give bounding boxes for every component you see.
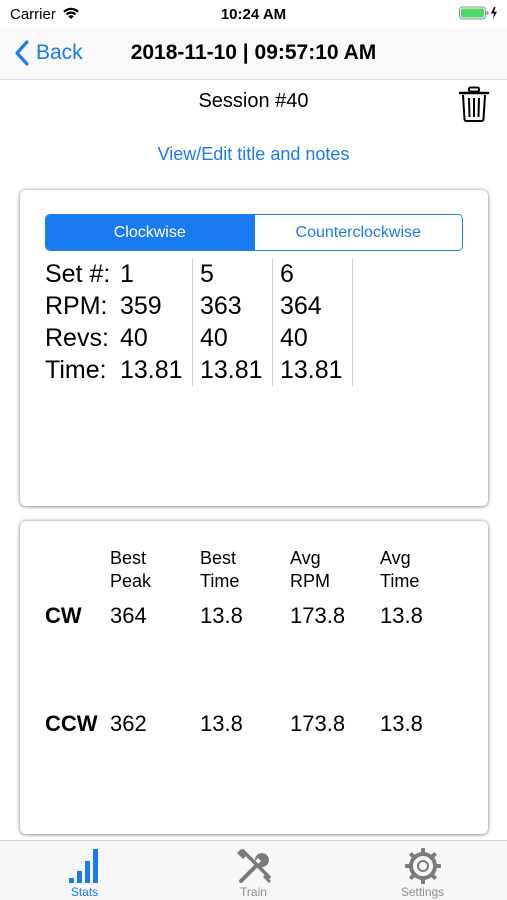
ccw-best-peak: 362 [110, 711, 147, 736]
header-avg-time: Avg Time [380, 548, 420, 591]
sets-card: Clockwise Counterclockwise Set #: RPM: R… [20, 190, 488, 506]
revs-value: 40 [200, 324, 228, 352]
nav-title: 2018-11-10 | 09:57:10 AM [130, 41, 377, 64]
tools-icon [237, 849, 271, 883]
cw-avg-rpm: 173.8 [290, 603, 346, 628]
segment-counterclockwise[interactable]: Counterclockwise [253, 215, 462, 250]
revs-label: Revs: [45, 324, 109, 352]
header-avg-rpm: Avg RPM [290, 548, 330, 591]
set-number-value: 5 [200, 260, 214, 288]
set-number-label: Set #: [45, 260, 111, 288]
tab-label: Train [240, 885, 267, 899]
direction-segmented-control: Clockwise Counterclockwise [45, 214, 463, 251]
time-label: Time: [45, 356, 107, 384]
revs-value: 40 [280, 324, 308, 352]
status-time: 10:24 AM [220, 6, 287, 23]
row-label-cw: CW [45, 603, 82, 628]
summary-card: Best Peak Best Time Avg RPM Avg Time CW … [20, 521, 488, 834]
column-divider [192, 258, 193, 386]
gear-icon [405, 848, 441, 884]
time-value: 13.81 [280, 356, 343, 384]
tab-train[interactable]: Train [169, 841, 338, 900]
ccw-avg-time: 13.8 [380, 711, 423, 736]
tab-label: Settings [400, 885, 445, 899]
column-divider [272, 258, 273, 386]
tab-settings[interactable]: Settings [338, 841, 507, 900]
header-best-peak: Best Peak [110, 548, 152, 591]
navigation-bar: Back 2018-11-10 | 09:57:10 AM [0, 28, 507, 80]
column-divider [352, 258, 353, 386]
bar-chart-icon [69, 849, 98, 883]
set-column[interactable]: 6 364 40 13.81 [280, 258, 353, 386]
rpm-value: 364 [280, 292, 322, 320]
rpm-value: 363 [200, 292, 242, 320]
session-title: Session #40 [198, 90, 309, 112]
set-column[interactable]: 5 363 40 13.81 [200, 258, 273, 386]
time-value: 13.81 [200, 356, 263, 384]
header-best-time: Best Time [200, 548, 240, 591]
cw-best-peak: 364 [110, 603, 147, 628]
tab-stats[interactable]: Stats [0, 841, 169, 900]
ccw-best-time: 13.8 [200, 711, 243, 736]
set-number-value: 1 [120, 260, 134, 288]
tab-label: Stats [70, 885, 99, 899]
edit-title-notes-link[interactable]: View/Edit title and notes [0, 144, 507, 165]
revs-value: 40 [120, 324, 148, 352]
set-row-labels: Set #: RPM: Revs: Time: [45, 258, 120, 386]
rpm-value: 359 [120, 292, 162, 320]
ccw-avg-rpm: 173.8 [290, 711, 346, 736]
tab-bar: Stats Train Settings [0, 840, 507, 900]
rpm-label: RPM: [45, 292, 108, 320]
cw-best-time: 13.8 [200, 603, 243, 628]
set-column[interactable]: 1 359 40 13.81 [120, 258, 193, 386]
trash-icon[interactable] [458, 86, 490, 122]
segment-clockwise[interactable]: Clockwise [46, 215, 254, 250]
battery-icon [459, 6, 497, 20]
time-value: 13.81 [120, 356, 183, 384]
cw-avg-time: 13.8 [380, 603, 423, 628]
status-bar: Carrier 10:24 AM [0, 0, 507, 28]
set-number-value: 6 [280, 260, 294, 288]
row-label-ccw: CCW [45, 711, 98, 736]
